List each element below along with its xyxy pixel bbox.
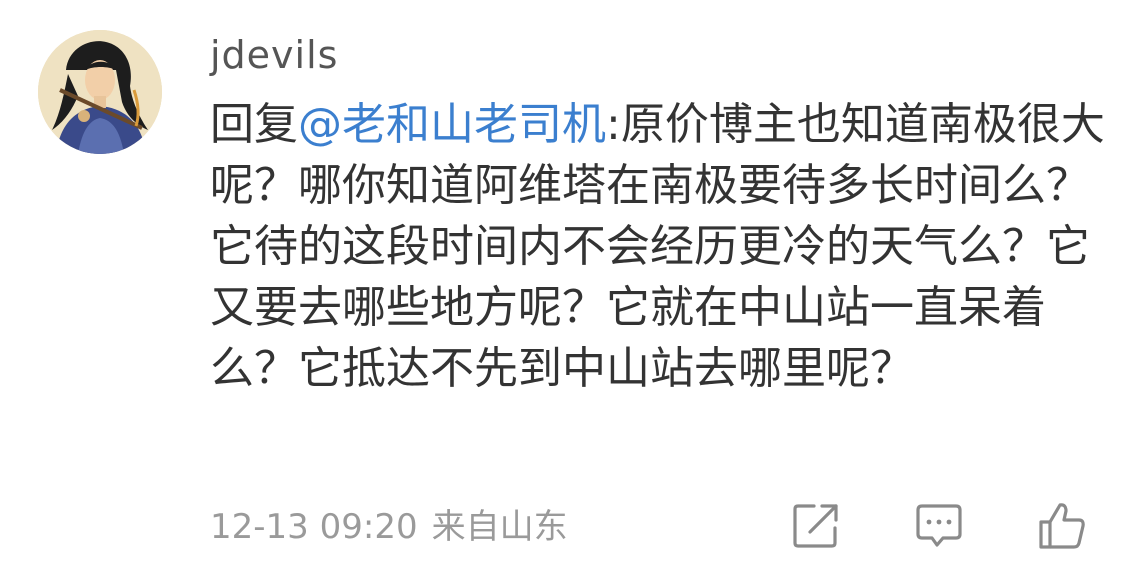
avatar[interactable] xyxy=(38,30,162,154)
comment-meta: 12-13 09:20 来自山东 xyxy=(210,503,568,551)
username[interactable]: jdevils xyxy=(210,32,338,78)
thumbs-up-icon xyxy=(1039,503,1085,549)
comment-location: 来自山东 xyxy=(431,507,568,547)
reply-prefix: 回复 xyxy=(210,99,298,150)
like-button[interactable] xyxy=(1036,500,1088,552)
share-icon xyxy=(793,504,838,548)
avatar-image xyxy=(38,30,162,154)
comment-date: 12-13 09:20 xyxy=(210,507,418,547)
comment-button[interactable] xyxy=(913,500,965,552)
comment-text: 回复@老和山老司机:原价博主也知道南极很大呢？哪你知道阿维塔在南极要待多长时间么… xyxy=(210,94,1110,399)
comment-item: jdevils 回复@老和山老司机:原价博主也知道南极很大呢？哪你知道阿维塔在南… xyxy=(0,0,1139,568)
mention-link[interactable]: @老和山老司机 xyxy=(298,99,606,150)
comment-icon xyxy=(916,504,962,547)
share-button[interactable] xyxy=(790,500,842,552)
